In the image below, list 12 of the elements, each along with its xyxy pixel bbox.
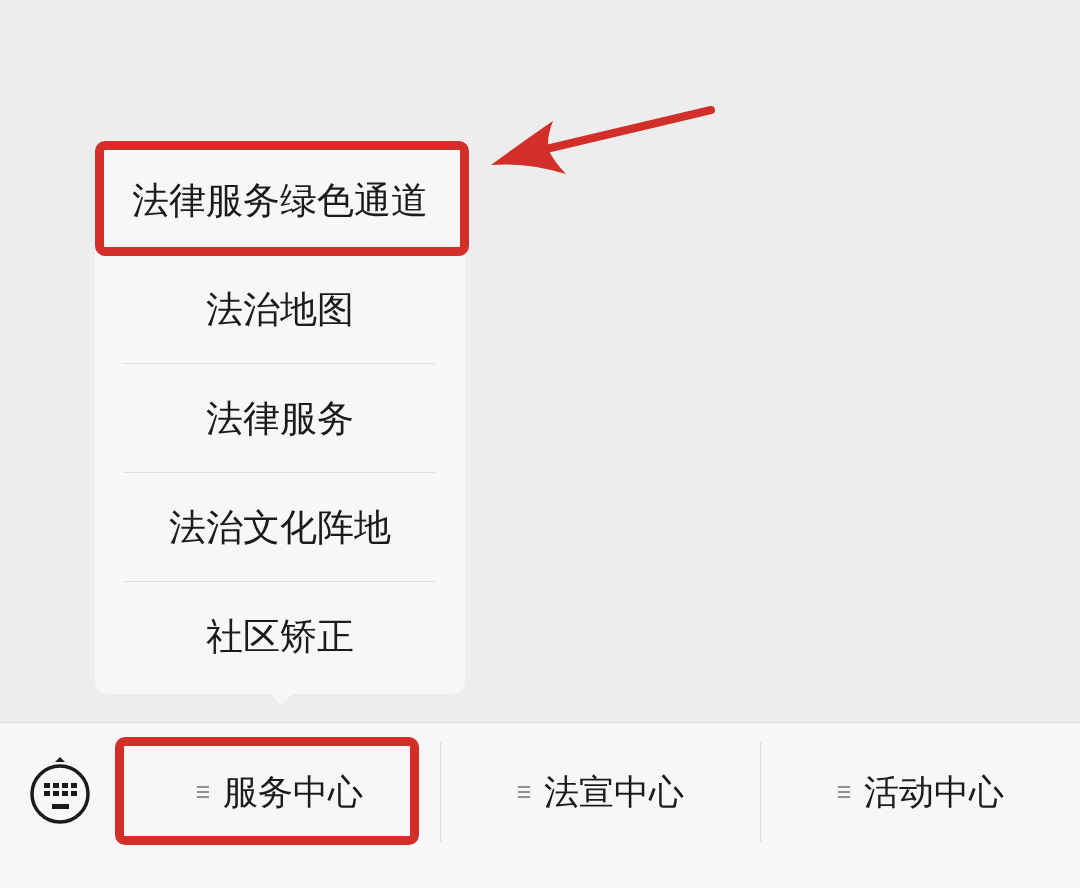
menu-button[interactable]: 服务中心: [120, 742, 440, 842]
menu-item[interactable]: 法治文化阵地: [95, 473, 465, 581]
menu-icon: [837, 785, 850, 799]
menu-item[interactable]: 社区矫正: [95, 582, 465, 690]
menu-icon: [517, 785, 530, 799]
menu-button[interactable]: 法宣中心: [440, 742, 760, 842]
menu-item[interactable]: 法律服务: [95, 364, 465, 472]
menu-item[interactable]: 法律服务绿色通道: [95, 146, 465, 254]
menu-button[interactable]: 活动中心: [760, 742, 1080, 842]
keyboard-icon[interactable]: [29, 756, 91, 826]
menu-item[interactable]: 法治地图: [95, 255, 465, 363]
menu-icon: [197, 785, 209, 799]
